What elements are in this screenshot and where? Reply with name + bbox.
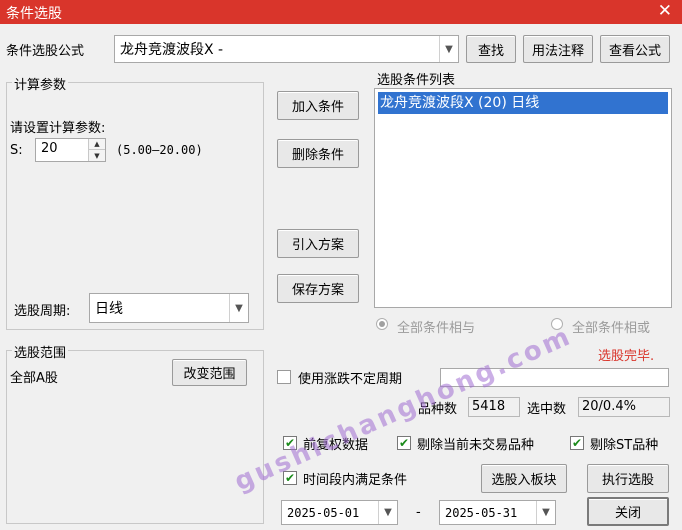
uncertain-period-label: 使用涨跌不定周期 bbox=[298, 372, 403, 387]
selected-value: 20/0.4% bbox=[578, 397, 670, 417]
spin-up-icon[interactable]: ▲ bbox=[88, 139, 105, 150]
condition-list-title: 选股条件列表 bbox=[377, 73, 456, 88]
spin-down-icon[interactable]: ▼ bbox=[88, 150, 105, 161]
exclude-st-checkbox[interactable]: ✔ bbox=[570, 436, 584, 450]
window-title: 条件选股 bbox=[6, 6, 62, 22]
s-param-range: (5.00—20.00) bbox=[116, 143, 203, 157]
delete-condition-button[interactable]: 删除条件 bbox=[277, 139, 359, 168]
change-scope-button[interactable]: 改变范围 bbox=[172, 359, 247, 386]
chevron-down-icon[interactable]: ▼ bbox=[439, 36, 458, 62]
add-condition-button[interactable]: 加入条件 bbox=[277, 91, 359, 120]
period-value: 日线 bbox=[95, 301, 123, 317]
scope-value: 全部A股 bbox=[10, 371, 58, 386]
start-date-value: 2025-05-01 bbox=[287, 505, 360, 520]
formula-combo[interactable]: 龙舟竞渡波段X - ▼ bbox=[114, 35, 459, 63]
s-param-label: S: bbox=[10, 143, 23, 158]
chevron-down-icon[interactable]: ▼ bbox=[229, 294, 248, 322]
and-radio-label: 全部条件相与 bbox=[397, 321, 476, 336]
save-plan-button[interactable]: 保存方案 bbox=[277, 274, 359, 303]
status-text: 选股完毕. bbox=[598, 349, 655, 364]
and-radio[interactable] bbox=[376, 318, 388, 330]
params-group-title: 计算参数 bbox=[12, 74, 69, 93]
count-value: 5418 bbox=[468, 397, 520, 417]
start-date-picker[interactable]: 2025-05-01 ▼ bbox=[281, 500, 398, 525]
exclude-untraded-checkbox[interactable]: ✔ bbox=[397, 436, 411, 450]
find-button[interactable]: 查找 bbox=[466, 35, 516, 63]
scope-group-title: 选股范围 bbox=[12, 342, 69, 361]
selected-label: 选中数 bbox=[527, 402, 567, 417]
usage-notes-button[interactable]: 用法注释 bbox=[523, 35, 593, 63]
condition-list[interactable]: 龙舟竞渡波段X (20) 日线 bbox=[374, 88, 672, 308]
close-icon[interactable]: ✕ bbox=[658, 1, 672, 21]
s-param-stepper[interactable]: 20 ▲ ▼ bbox=[35, 138, 106, 162]
title-bar: 条件选股 ✕ bbox=[0, 0, 682, 24]
period-select[interactable]: 日线 ▼ bbox=[89, 293, 249, 323]
end-date-picker[interactable]: 2025-05-31 ▼ bbox=[439, 500, 556, 525]
exclude-untraded-label: 剔除当前未交易品种 bbox=[417, 438, 535, 453]
execute-selection-button[interactable]: 执行选股 bbox=[587, 464, 669, 493]
formula-label: 条件选股公式 bbox=[6, 44, 85, 59]
end-date-value: 2025-05-31 bbox=[445, 505, 518, 520]
list-item[interactable]: 龙舟竞渡波段X (20) 日线 bbox=[378, 92, 668, 114]
formula-value: 龙舟竞渡波段X - bbox=[120, 42, 224, 58]
exclude-st-label: 剔除ST品种 bbox=[590, 438, 659, 453]
time-range-label: 时间段内满足条件 bbox=[303, 473, 408, 488]
view-formula-button[interactable]: 查看公式 bbox=[600, 35, 670, 63]
date-separator: - bbox=[416, 505, 421, 520]
uncertain-period-checkbox[interactable] bbox=[277, 370, 291, 384]
chevron-down-icon[interactable]: ▼ bbox=[536, 501, 555, 524]
period-label: 选股周期: bbox=[14, 304, 71, 319]
import-plan-button[interactable]: 引入方案 bbox=[277, 229, 359, 258]
close-button[interactable]: 关闭 bbox=[587, 497, 669, 526]
chevron-down-icon[interactable]: ▼ bbox=[378, 501, 397, 524]
add-to-block-button[interactable]: 选股入板块 bbox=[481, 464, 567, 493]
params-prompt: 请设置计算参数: bbox=[10, 121, 106, 136]
s-param-value: 20 bbox=[41, 141, 58, 156]
or-radio-label: 全部条件相或 bbox=[572, 321, 651, 336]
